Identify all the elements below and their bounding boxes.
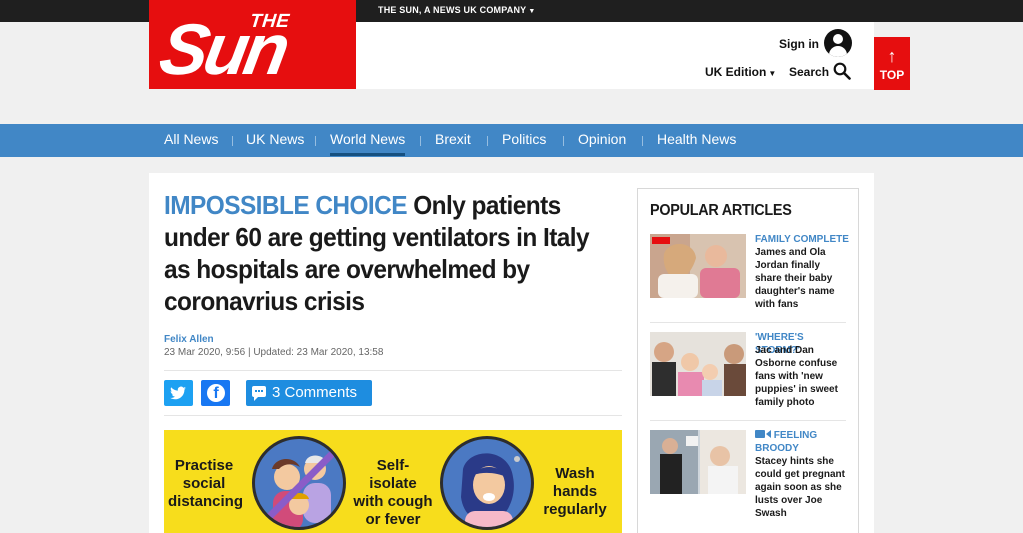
comments-label: 3 Comments (272, 384, 358, 401)
article-title[interactable]: Jac and Dan Osborne confuse fans with 'n… (755, 344, 847, 409)
share-facebook-button[interactable]: f (201, 380, 230, 406)
nav-item-world-news[interactable]: World News (330, 124, 406, 157)
social-distancing-illustration (252, 436, 346, 530)
article-headline: IMPOSSIBLE CHOICE Only patients under 60… (164, 189, 596, 317)
banner-text-isolate: Self-isolate with cough or fever (353, 457, 433, 528)
nav-divider (563, 136, 564, 146)
divider (164, 370, 622, 371)
back-to-top-button[interactable]: ↑ TOP (874, 37, 910, 90)
user-icon[interactable] (824, 29, 852, 57)
the-sun-logo[interactable]: THE Sun (149, 0, 356, 89)
nav-item-opinion[interactable]: Opinion (578, 124, 626, 157)
nav-item-politics[interactable]: Politics (502, 124, 546, 157)
popular-articles-title: POPULAR ARTICLES (650, 202, 792, 219)
video-camera-icon (755, 430, 771, 438)
company-menu[interactable]: THE SUN, A NEWS UK COMPANY ▼ (378, 5, 536, 15)
back-to-top-label: TOP (879, 68, 905, 82)
self-isolate-illustration (440, 436, 534, 530)
edition-selector[interactable]: UK Edition ▼ (705, 65, 776, 79)
chevron-down-icon: ▼ (768, 69, 777, 78)
covid-advice-banner[interactable]: Practise social distancing Self-isolate … (164, 430, 622, 533)
sign-in-link[interactable]: Sign in (779, 37, 819, 51)
headline-kicker: IMPOSSIBLE CHOICE (164, 190, 408, 220)
nav-divider (642, 136, 643, 146)
divider (164, 415, 622, 416)
search-label[interactable]: Search (789, 65, 829, 79)
nav-item-brexit[interactable]: Brexit (435, 124, 471, 157)
banner-text-distancing: Practise social distancing (168, 457, 244, 510)
nav-item-health-news[interactable]: Health News (657, 124, 736, 157)
article-thumbnail[interactable] (650, 430, 746, 494)
article-thumbnail[interactable] (650, 234, 746, 298)
nav-divider (315, 136, 316, 146)
banner-text-wash-hands: Wash hands regularly (543, 465, 607, 518)
nav-divider (487, 136, 488, 146)
company-label: THE SUN, A NEWS UK COMPANY (378, 5, 527, 15)
comment-icon (252, 386, 266, 401)
divider (650, 420, 846, 421)
nav-divider (232, 136, 233, 146)
nav-divider (420, 136, 421, 146)
twitter-icon (170, 386, 186, 400)
edition-label: UK Edition (705, 65, 767, 79)
article-title[interactable]: Stacey hints she could get pregnant agai… (755, 455, 847, 520)
nav-item-uk-news[interactable]: UK News (246, 124, 304, 157)
section-nav: All News UK News World News Brexit Polit… (0, 124, 1023, 157)
share-twitter-button[interactable] (164, 380, 193, 406)
article-title[interactable]: James and Ola Jordan finally share their… (755, 246, 847, 311)
facebook-icon: f (207, 384, 225, 402)
comments-button[interactable]: 3 Comments (246, 380, 372, 406)
article-kicker: FAMILY COMPLETE (755, 234, 849, 245)
article-thumbnail[interactable] (650, 332, 746, 396)
chevron-down-icon: ▼ (528, 8, 536, 15)
article-dates: 23 Mar 2020, 9:56 | Updated: 23 Mar 2020… (164, 347, 384, 358)
article-kicker: FEELING BROODY (755, 429, 850, 455)
logo-sun-text: Sun (153, 10, 293, 89)
author-link[interactable]: Felix Allen (164, 334, 214, 345)
arrow-up-icon: ↑ (887, 46, 897, 66)
divider (650, 322, 846, 323)
search-icon[interactable] (833, 62, 851, 80)
nav-item-all-news[interactable]: All News (164, 124, 218, 157)
